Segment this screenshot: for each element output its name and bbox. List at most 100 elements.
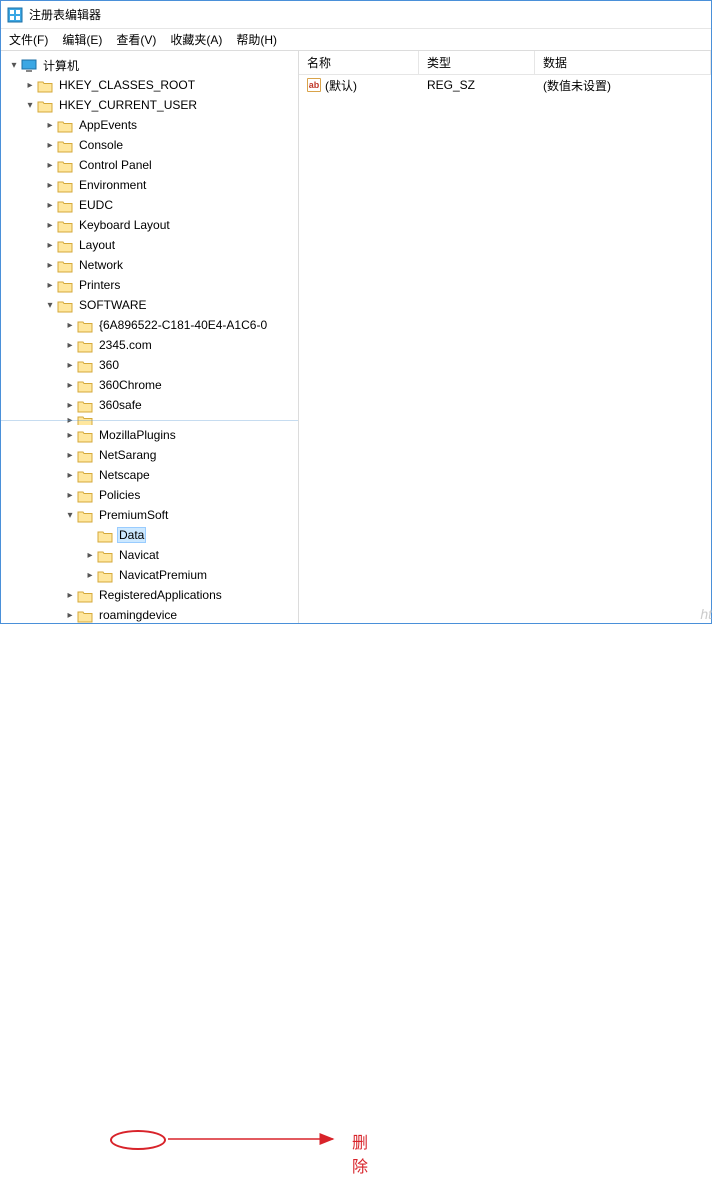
value-data: (数值未设置)	[535, 77, 711, 94]
chevron-right-icon[interactable]: ▸	[63, 490, 77, 501]
chevron-right-icon[interactable]: ▸	[43, 200, 57, 211]
list-header: 名称 类型 数据	[299, 51, 711, 75]
tree-label: {6A896522-C181-40E4-A1C6-0	[97, 318, 269, 332]
menu-edit[interactable]: 编辑(E)	[62, 31, 102, 48]
registry-tree[interactable]: ▾ 计算机 ▸ HKEY_CLASSES_ROOT ▾HKEY_CURRENT_USER…	[1, 55, 298, 623]
tree-node-software[interactable]: ▾ SOFTWARE	[1, 295, 298, 315]
chevron-down-icon[interactable]: ▾	[23, 100, 37, 111]
values-pane: 名称 类型 数据 ab (默认) REG_SZ (数值未设置)	[299, 51, 711, 623]
tree-node-hkcu-0[interactable]: ▸ AppEvents	[1, 115, 298, 135]
tree-node-computer[interactable]: ▾ 计算机	[1, 55, 298, 75]
tree-node-hkcu-1[interactable]: ▸ Console	[1, 135, 298, 155]
chevron-down-icon[interactable]: ▾	[7, 60, 21, 71]
menu-view[interactable]: 查看(V)	[116, 31, 156, 48]
tree-node-sw-b-1[interactable]: ▸NetSarang	[1, 445, 298, 465]
folder-icon	[97, 548, 113, 562]
tree-node-sw-a-0[interactable]: ▸ {6A896522-C181-40E4-A1C6-0	[1, 315, 298, 335]
tree-node-hkcu-8[interactable]: ▸ Printers	[1, 275, 298, 295]
chevron-right-icon[interactable]: ▸	[43, 280, 57, 291]
chevron-right-icon[interactable]: ▸	[63, 380, 77, 391]
tree-label: PremiumSoft	[97, 508, 170, 522]
tree-node-premiumsoft[interactable]: ▾ PremiumSoft	[1, 505, 298, 525]
chevron-right-icon[interactable]: ▸	[63, 430, 77, 441]
col-header-type[interactable]: 类型	[419, 51, 535, 74]
folder-icon	[57, 138, 73, 152]
chevron-right-icon[interactable]: ▸	[43, 260, 57, 271]
app-icon	[7, 7, 23, 23]
tree-label: EUDC	[77, 198, 115, 212]
folder-icon	[57, 278, 73, 292]
chevron-right-icon[interactable]: ▸	[43, 160, 57, 171]
tree-label: Printers	[77, 278, 122, 292]
tree-node-hkcu-6[interactable]: ▸Layout	[1, 235, 298, 255]
tree-node-hkcu-3[interactable]: ▸Environment	[1, 175, 298, 195]
chevron-right-icon[interactable]: ▸	[43, 120, 57, 131]
tree-pane[interactable]: ▾ 计算机 ▸ HKEY_CLASSES_ROOT ▾HKEY_CURRENT_USER…	[1, 51, 299, 623]
chevron-right-icon[interactable]: ▸	[63, 340, 77, 351]
chevron-right-icon[interactable]: ▸	[63, 320, 77, 331]
chevron-right-icon[interactable]: ▸	[83, 550, 97, 561]
chevron-right-icon[interactable]: ▸	[63, 400, 77, 411]
chevron-right-icon[interactable]: ▸	[63, 360, 77, 371]
tree-node-hkcu-4[interactable]: ▸ EUDC	[1, 195, 298, 215]
tree-label: Keyboard Layout	[77, 218, 172, 232]
chevron-right-icon[interactable]: ▸	[83, 570, 97, 581]
folder-icon	[57, 178, 73, 192]
chevron-right-icon[interactable]: ▸	[63, 610, 77, 621]
tree-node-sw-b-0[interactable]: ▸MozillaPlugins	[1, 425, 298, 445]
chevron-down-icon[interactable]: ▾	[43, 300, 57, 311]
list-body[interactable]: ab (默认) REG_SZ (数值未设置)	[299, 75, 711, 623]
tree-node-hkcu-5[interactable]: ▸ Keyboard Layout	[1, 215, 298, 235]
col-header-name[interactable]: 名称	[299, 51, 419, 74]
tree-node-sw-a-2[interactable]: ▸360	[1, 355, 298, 375]
tree-node-sw-a-3[interactable]: ▸360Chrome	[1, 375, 298, 395]
chevron-right-icon[interactable]: ▸	[63, 590, 77, 601]
tree-node-sw-b-3[interactable]: ▸Policies	[1, 485, 298, 505]
tree-label: Console	[77, 138, 125, 152]
tree-node-cut: ▸	[1, 415, 298, 425]
chevron-right-icon[interactable]: ▸	[43, 240, 57, 251]
folder-icon	[57, 258, 73, 272]
folder-icon	[77, 488, 93, 502]
tree-label: SOFTWARE	[77, 298, 149, 312]
menu-help[interactable]: 帮助(H)	[236, 31, 277, 48]
tree-node-sw-a-1[interactable]: ▸2345.com	[1, 335, 298, 355]
tree-node-ps-0[interactable]: ▸Data	[1, 525, 298, 545]
annotation-circle	[110, 1130, 166, 1150]
folder-icon	[77, 608, 93, 622]
chevron-right-icon[interactable]: ▸	[43, 220, 57, 231]
tree-node-hkcr[interactable]: ▸ HKEY_CLASSES_ROOT	[1, 75, 298, 95]
chevron-right-icon[interactable]: ▸	[43, 180, 57, 191]
tree-label: HKEY_CLASSES_ROOT	[57, 78, 197, 92]
titlebar: 注册表编辑器	[1, 1, 711, 29]
tree-node-sw-t-0[interactable]: ▸RegisteredApplications	[1, 585, 298, 605]
annotation-arrow	[168, 1124, 348, 1154]
menu-file[interactable]: 文件(F)	[9, 31, 48, 48]
chevron-right-icon[interactable]: ▸	[43, 140, 57, 151]
tree-label: 计算机	[41, 57, 81, 74]
window-title: 注册表编辑器	[29, 6, 101, 23]
tree-label: Network	[77, 258, 125, 272]
tree-node-sw-b-2[interactable]: ▸Netscape	[1, 465, 298, 485]
folder-icon	[97, 528, 113, 542]
tree-node-sw-a-4[interactable]: ▸360safe	[1, 395, 298, 415]
chevron-down-icon[interactable]: ▾	[63, 510, 77, 521]
chevron-right-icon[interactable]: ▸	[63, 450, 77, 461]
folder-icon	[57, 158, 73, 172]
annotation-text: 删除	[352, 1129, 368, 1177]
tree-node-ps-2[interactable]: ▸NavicatPremium	[1, 565, 298, 585]
folder-icon	[57, 118, 73, 132]
tree-node-ps-1[interactable]: ▸Navicat	[1, 545, 298, 565]
tree-node-sw-t-1[interactable]: ▸roamingdevice	[1, 605, 298, 623]
chevron-right-icon[interactable]: ▸	[23, 80, 37, 91]
tree-node-hkcu-2[interactable]: ▸Control Panel	[1, 155, 298, 175]
value-row[interactable]: ab (默认) REG_SZ (数值未设置)	[299, 75, 711, 95]
chevron-right-icon[interactable]: ▸	[63, 470, 77, 481]
tree-node-hkcu[interactable]: ▾HKEY_CURRENT_USER	[1, 95, 298, 115]
tree-node-hkcu-7[interactable]: ▸ Network	[1, 255, 298, 275]
menu-fav[interactable]: 收藏夹(A)	[170, 31, 222, 48]
value-type: REG_SZ	[419, 78, 535, 92]
tree-label: AppEvents	[77, 118, 139, 132]
col-header-data[interactable]: 数据	[535, 51, 711, 74]
folder-icon	[77, 318, 93, 332]
